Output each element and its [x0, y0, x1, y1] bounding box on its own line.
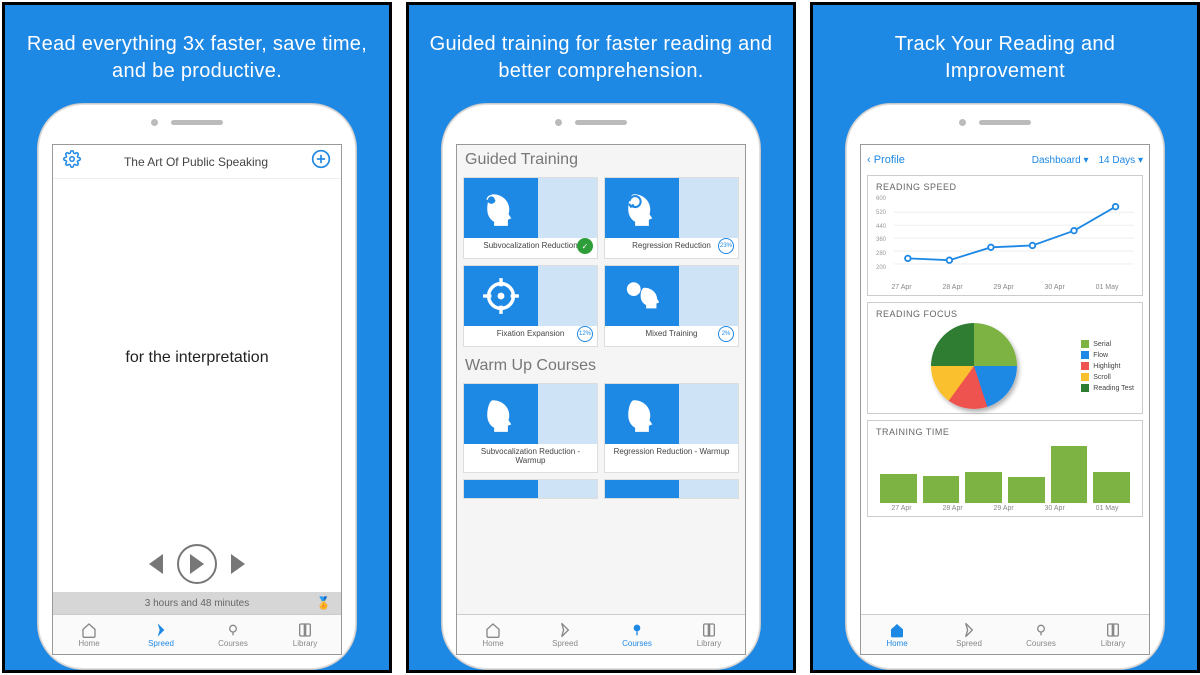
range-dropdown[interactable]: 14 Days ▾: [1099, 155, 1144, 166]
course-card[interactable]: Regression Reduction - Warmup: [604, 383, 739, 473]
course-card[interactable]: [463, 479, 598, 499]
card-title: READING SPEED: [876, 182, 1134, 192]
training-time-card: TRAINING TIME 27 Apr28 Apr29 Apr30 Apr01…: [867, 420, 1143, 517]
settings-icon[interactable]: [63, 150, 81, 173]
back-button[interactable]: ‹ Profile: [867, 154, 905, 166]
tab-library[interactable]: Library: [673, 615, 745, 654]
reader-word: for the interpretation: [53, 179, 341, 536]
head-audio-icon: [464, 384, 538, 444]
reading-focus-card: READING FOCUS Serial Flow Highlight Scro…: [867, 302, 1143, 414]
section-warmup: Warm Up Courses: [457, 351, 745, 379]
warmup-grid: Subvocalization Reduction - Warmup Regre…: [457, 379, 745, 503]
x-axis-labels: 27 Apr28 Apr29 Apr30 Apr01 May: [876, 284, 1134, 291]
reading-focus-pie: [931, 323, 1017, 409]
phone-frame: Guided Training Subvocalization Reductio…: [441, 103, 761, 670]
playback-controls: [53, 536, 341, 592]
tab-bar: Home Spreed Courses Library: [457, 614, 745, 654]
tab-spreed[interactable]: Spreed: [933, 615, 1005, 654]
card-title: TRAINING TIME: [876, 427, 1134, 437]
course-card[interactable]: Fixation Expansion 12%: [463, 265, 598, 347]
tab-spreed[interactable]: Spreed: [125, 615, 197, 654]
courses-screen: Guided Training Subvocalization Reductio…: [456, 144, 746, 655]
course-name: Regression Reduction - Warmup: [605, 444, 738, 464]
course-name: Subvocalization Reduction - Warmup: [464, 444, 597, 472]
view-dropdown[interactable]: Dashboard ▾: [1032, 155, 1089, 166]
tab-bar: Home Spreed Courses Library: [861, 614, 1149, 654]
course-card[interactable]: [604, 479, 739, 499]
panel-caption: Guided training for faster reading and b…: [409, 5, 793, 95]
guided-training-grid: Subvocalization Reduction ✓ Regression R…: [457, 173, 745, 351]
tab-home[interactable]: Home: [861, 615, 933, 654]
section-guided-training: Guided Training: [457, 145, 745, 173]
check-icon: ✓: [577, 238, 593, 254]
reading-speed-card: READING SPEED 600 520 440 360 280 200: [867, 175, 1143, 296]
phone-frame: ‹ Profile Dashboard ▾ 14 Days ▾ READING …: [845, 103, 1165, 670]
mixed-icon: [605, 266, 679, 326]
panel-caption: Read everything 3x faster, save time, an…: [5, 5, 389, 95]
dashboard-screen: ‹ Profile Dashboard ▾ 14 Days ▾ READING …: [860, 144, 1150, 655]
promo-panel-3: Track Your Reading and Improvement ‹ Pro…: [810, 2, 1200, 673]
rewind-icon[interactable]: [149, 554, 163, 574]
tab-home[interactable]: Home: [457, 615, 529, 654]
phone-frame: The Art Of Public Speaking for the inter…: [37, 103, 357, 670]
play-button[interactable]: [177, 544, 217, 584]
x-axis-labels: 27 Apr28 Apr29 Apr30 Apr01 May: [876, 505, 1134, 512]
head-audio-icon: [464, 178, 538, 238]
dashboard-nav: ‹ Profile Dashboard ▾ 14 Days ▾: [861, 145, 1149, 175]
progress-ring-icon: 12%: [577, 326, 593, 342]
tab-courses[interactable]: Courses: [601, 615, 673, 654]
tab-spreed[interactable]: Spreed: [529, 615, 601, 654]
tab-home[interactable]: Home: [53, 615, 125, 654]
training-time-bars: [876, 441, 1134, 503]
tab-courses[interactable]: Courses: [197, 615, 269, 654]
forward-icon[interactable]: [231, 554, 245, 574]
course-card[interactable]: Subvocalization Reduction - Warmup: [463, 383, 598, 473]
play-icon: [190, 554, 204, 574]
reader-header: The Art Of Public Speaking: [53, 145, 341, 179]
tab-library[interactable]: Library: [269, 615, 341, 654]
tab-courses[interactable]: Courses: [1005, 615, 1077, 654]
time-remaining-label: 3 hours and 48 minutes: [145, 598, 250, 609]
course-card[interactable]: Mixed Training 2%: [604, 265, 739, 347]
head-regress-icon: [605, 384, 679, 444]
course-card[interactable]: Subvocalization Reduction ✓: [463, 177, 598, 259]
reader-title: The Art Of Public Speaking: [124, 155, 268, 169]
reader-screen: The Art Of Public Speaking for the inter…: [52, 144, 342, 655]
reading-speed-chart: 600 520 440 360 280 200: [876, 196, 1134, 282]
card-title: READING FOCUS: [876, 309, 1134, 319]
promo-panel-2: Guided training for faster reading and b…: [406, 2, 796, 673]
add-icon[interactable]: [311, 149, 331, 174]
head-regress-icon: [605, 178, 679, 238]
tab-bar: Home Spreed Courses Library: [53, 614, 341, 654]
promo-panel-1: Read everything 3x faster, save time, an…: [2, 2, 392, 673]
panel-caption: Track Your Reading and Improvement: [813, 5, 1197, 95]
pie-legend: Serial Flow Highlight Scroll Reading Tes…: [1081, 340, 1134, 392]
progress-ring-icon: 2%: [718, 326, 734, 342]
badge-icon: 🏅: [316, 596, 331, 610]
tab-library[interactable]: Library: [1077, 615, 1149, 654]
target-icon: [464, 266, 538, 326]
course-card[interactable]: Regression Reduction 23%: [604, 177, 739, 259]
progress-ring-icon: 23%: [718, 238, 734, 254]
time-remaining: 3 hours and 48 minutes 🏅: [53, 592, 341, 614]
